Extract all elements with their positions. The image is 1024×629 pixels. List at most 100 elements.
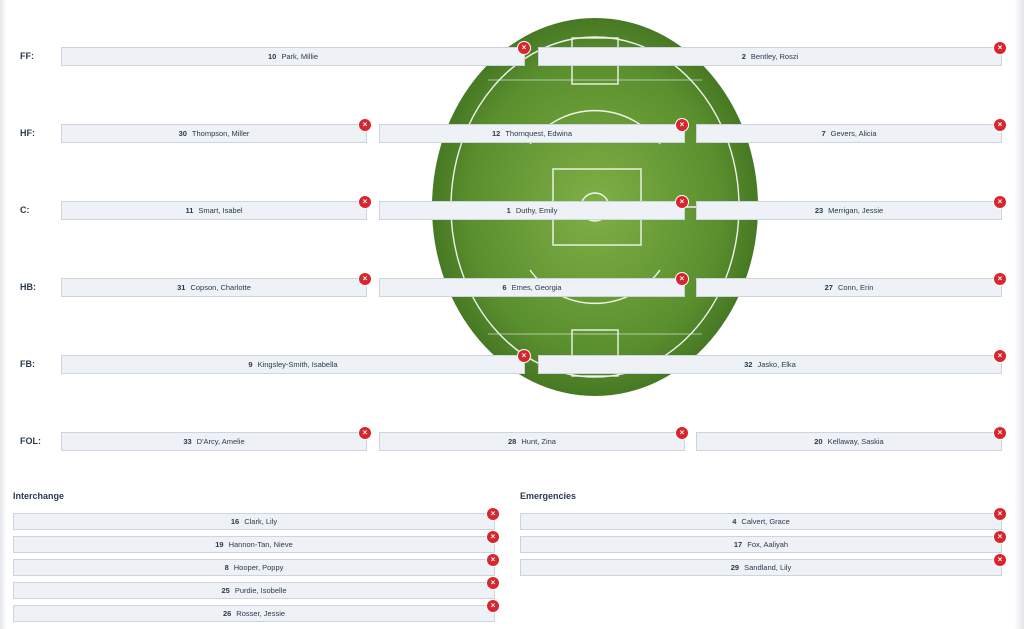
emergency-slot[interactable]: 17 Fox, Aaliyah — [520, 536, 1002, 553]
interchange-slot[interactable]: 16 Clark, Lily — [13, 513, 495, 530]
player-slot[interactable]: 27 Conn, Erin — [696, 278, 1002, 297]
interchange-slot[interactable]: 8 Hooper, Poppy — [13, 559, 495, 576]
player-slot[interactable]: 30 Thompson, Miller — [61, 124, 367, 143]
player-slot[interactable]: 1 Duthy, Emily — [379, 201, 685, 220]
player-number: 17 — [733, 540, 743, 549]
player-slot[interactable]: 12 Thornquest, Edwina — [379, 124, 685, 143]
player-name: Merrigan, Jessie — [828, 206, 884, 215]
left-edge-shadow — [0, 0, 6, 629]
remove-icon[interactable]: × — [359, 196, 371, 208]
player-number: 27 — [824, 283, 833, 292]
remove-icon[interactable]: × — [518, 42, 530, 54]
remove-icon[interactable]: × — [994, 42, 1006, 54]
player-name: Kingsley-Smith, Isabella — [257, 360, 338, 369]
remove-icon[interactable]: × — [676, 119, 688, 131]
player-name: Sandland, Lily — [744, 563, 792, 572]
player-name: Conn, Erin — [837, 283, 874, 292]
remove-icon[interactable]: × — [487, 554, 499, 566]
player-name: Bentley, Roszi — [750, 52, 799, 61]
player-number: 4 — [732, 517, 737, 526]
player-slot[interactable]: 23 Merrigan, Jessie — [696, 201, 1002, 220]
row-label-ff: FF: — [20, 51, 34, 61]
player-slot[interactable]: 28 Hunt, Zina — [379, 432, 685, 451]
player-name: Duthy, Emily — [515, 206, 558, 215]
player-number: 9 — [248, 360, 253, 369]
player-name: Kellaway, Saskia — [827, 437, 884, 446]
interchange-slot[interactable]: 19 Hannon-Tan, Nieve — [13, 536, 495, 553]
player-name: Copson, Charlotte — [190, 283, 251, 292]
remove-icon[interactable]: × — [359, 427, 371, 439]
remove-icon[interactable]: × — [487, 531, 499, 543]
player-slot[interactable]: 31 Copson, Charlotte — [61, 278, 367, 297]
remove-icon[interactable]: × — [994, 508, 1006, 520]
player-name: Purdie, Isobelle — [234, 586, 287, 595]
player-slot[interactable]: 10 Park, Millie — [61, 47, 525, 66]
interchange-slot[interactable]: 26 Rosser, Jessie — [13, 605, 495, 622]
row-label-hf: HF: — [20, 128, 35, 138]
row-label-fb: FB: — [20, 359, 35, 369]
player-number: 29 — [730, 563, 740, 572]
player-number: 33 — [183, 437, 192, 446]
player-name: Jasko, Elka — [757, 360, 796, 369]
remove-icon[interactable]: × — [994, 119, 1006, 131]
player-slot[interactable]: 7 Gevers, Alicia — [696, 124, 1002, 143]
row-label-fol: FOL: — [20, 436, 41, 446]
remove-icon[interactable]: × — [359, 273, 371, 285]
remove-icon[interactable]: × — [487, 508, 499, 520]
player-number: 20 — [814, 437, 823, 446]
remove-icon[interactable]: × — [994, 427, 1006, 439]
remove-icon[interactable]: × — [676, 196, 688, 208]
player-slot[interactable]: 6 Emes, Georgia — [379, 278, 685, 297]
player-number: 28 — [508, 437, 517, 446]
player-number: 19 — [215, 540, 224, 549]
player-name: Hannon-Tan, Nieve — [228, 540, 293, 549]
player-name: Thornquest, Edwina — [505, 129, 573, 138]
right-edge-shadow — [1014, 0, 1024, 629]
remove-icon[interactable]: × — [994, 554, 1006, 566]
remove-icon[interactable]: × — [676, 273, 688, 285]
player-name: Emes, Georgia — [511, 283, 562, 292]
remove-icon[interactable]: × — [487, 577, 499, 589]
player-number: 11 — [185, 206, 194, 215]
player-number: 6 — [502, 283, 507, 292]
remove-icon[interactable]: × — [994, 196, 1006, 208]
player-slot[interactable]: 11 Smart, Isabel — [61, 201, 367, 220]
player-number: 8 — [224, 563, 229, 572]
remove-icon[interactable]: × — [994, 531, 1006, 543]
interchange-title: Interchange — [13, 491, 65, 501]
player-number: 32 — [744, 360, 753, 369]
player-number: 1 — [506, 206, 511, 215]
player-name: Hooper, Poppy — [233, 563, 284, 572]
player-number: 31 — [177, 283, 186, 292]
player-slot[interactable]: 20 Kellaway, Saskia — [696, 432, 1002, 451]
emergency-slot[interactable]: 4 Calvert, Grace — [520, 513, 1002, 530]
remove-icon[interactable]: × — [676, 427, 688, 439]
player-name: Rosser, Jessie — [236, 609, 286, 618]
player-number: 2 — [741, 52, 746, 61]
player-number: 25 — [221, 586, 230, 595]
remove-icon[interactable]: × — [994, 273, 1006, 285]
player-slot[interactable]: 32 Jasko, Elka — [538, 355, 1002, 374]
player-name: Calvert, Grace — [741, 517, 790, 526]
player-slot[interactable]: 2 Bentley, Roszi — [538, 47, 1002, 66]
player-number: 30 — [178, 129, 187, 138]
player-name: Clark, Lily — [244, 517, 278, 526]
player-number: 10 — [267, 52, 277, 61]
player-name: Fox, Aaliyah — [747, 540, 789, 549]
player-slot[interactable]: 33 D'Arcy, Amelie — [61, 432, 367, 451]
remove-icon[interactable]: × — [518, 350, 530, 362]
player-slot[interactable]: 9 Kingsley-Smith, Isabella — [61, 355, 525, 374]
player-name: Gevers, Alicia — [830, 129, 877, 138]
interchange-slot[interactable]: 25 Purdie, Isobelle — [13, 582, 495, 599]
row-label-c: C: — [20, 205, 30, 215]
row-label-hb: HB: — [20, 282, 36, 292]
player-name: Park, Millie — [281, 52, 319, 61]
remove-icon[interactable]: × — [359, 119, 371, 131]
player-number: 23 — [814, 206, 824, 215]
emergency-slot[interactable]: 29 Sandland, Lily — [520, 559, 1002, 576]
remove-icon[interactable]: × — [487, 600, 499, 612]
remove-icon[interactable]: × — [994, 350, 1006, 362]
emergencies-title: Emergencies — [520, 491, 577, 501]
player-name: D'Arcy, Amelie — [196, 437, 245, 446]
player-number: 16 — [230, 517, 240, 526]
